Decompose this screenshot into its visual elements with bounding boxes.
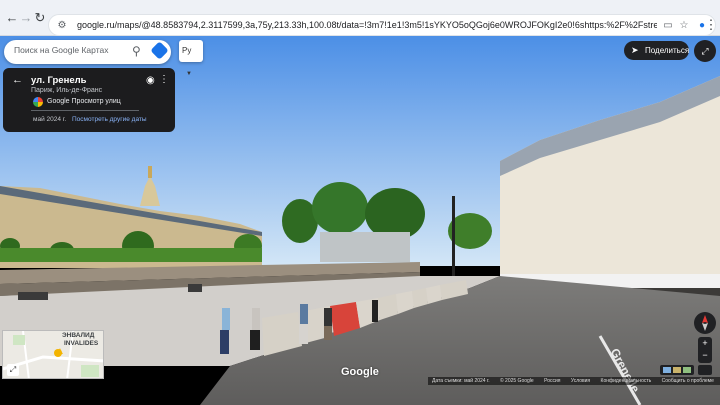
cast-icon[interactable]: ▭ — [661, 19, 675, 33]
streetview-source: Google Просмотр улиц — [47, 98, 121, 105]
see-more-dates-link[interactable]: Посмотреть другие даты — [72, 116, 147, 123]
attribution-date: Дата съемки: май 2024 г. — [432, 378, 490, 384]
minimap-label-ru: ЭНВАЛИД — [62, 332, 95, 339]
attribution-country[interactable]: Россия — [544, 378, 560, 384]
language-select[interactable]: Ру ▼ — [179, 40, 203, 77]
attribution-report[interactable]: Сообщить о проблеме — [662, 378, 714, 384]
directions-icon[interactable] — [150, 41, 169, 60]
browser-toolbar: ← → ↻ ⚙ google.ru/maps/@48.8583794,2.311… — [0, 0, 720, 36]
pegman-icon[interactable]: ▲ — [55, 346, 65, 357]
street-name: ул. Гренель — [31, 75, 87, 86]
street-location: Париж, Иль-де-Франс — [31, 87, 103, 94]
attribution-bar: Дата съемки: май 2024 г. © 2025 Google Р… — [428, 377, 720, 385]
chevron-down-icon: ▼ — [186, 71, 192, 77]
fullscreen-button[interactable]: ⤢ — [694, 40, 716, 62]
zoom-control: + − — [698, 337, 712, 363]
menu-icon[interactable]: ⋮ — [702, 16, 720, 34]
bookmark-star-icon[interactable]: ☆ — [677, 19, 691, 33]
share-icon: ➤ — [631, 45, 639, 55]
street-info-panel: ← ул. Гренель Париж, Иль-де-Франс ◉ ⋮ Go… — [3, 68, 175, 132]
cannon — [18, 292, 48, 300]
zoom-out-icon[interactable]: − — [698, 350, 712, 363]
url-text[interactable]: google.ru/maps/@48.8583794,2.3117599,3a,… — [77, 20, 657, 30]
attribution-copyright: © 2025 Google — [499, 378, 534, 384]
capture-date: май 2024 г. — [33, 116, 67, 123]
grid-icon[interactable] — [698, 365, 712, 375]
lamp-post — [452, 196, 455, 288]
back-arrow-icon[interactable]: ← — [12, 74, 23, 86]
minimap-label-fr: INVALIDES — [64, 340, 99, 347]
more-icon[interactable]: ⋮ — [159, 74, 169, 85]
reload-icon[interactable]: ↻ — [31, 9, 49, 27]
expand-map-icon[interactable]: ⤢ — [7, 364, 19, 376]
search-icon[interactable]: ⚲ — [132, 44, 141, 58]
compass-icon — [702, 315, 708, 331]
language-select-value: Ру — [182, 46, 192, 55]
google-streetview-logo-icon — [33, 97, 43, 107]
share-button[interactable]: ➤ Поделиться — [624, 41, 689, 60]
layer-thumb[interactable] — [663, 367, 671, 373]
address-bar[interactable]: ⚙ google.ru/maps/@48.8583794,2.3117599,3… — [48, 14, 716, 36]
layers-thumbnails[interactable] — [660, 365, 694, 375]
pin-icon[interactable]: ◉ — [146, 75, 155, 86]
fullscreen-icon: ⤢ — [701, 46, 709, 56]
layer-thumb[interactable] — [673, 367, 681, 373]
google-logo: Google — [341, 366, 379, 378]
site-info-icon[interactable]: ⚙ — [55, 19, 69, 33]
layer-thumb[interactable] — [683, 367, 691, 373]
attribution-privacy[interactable]: Конфиденциальность — [601, 378, 652, 384]
divider — [31, 110, 139, 111]
attribution-terms[interactable]: Условия — [571, 378, 590, 384]
share-label: Поделиться — [645, 46, 690, 55]
search-input[interactable] — [14, 45, 124, 55]
search-box[interactable]: ⚲ — [4, 40, 171, 64]
compass-button[interactable] — [694, 312, 716, 334]
zoom-in-icon[interactable]: + — [698, 337, 712, 350]
